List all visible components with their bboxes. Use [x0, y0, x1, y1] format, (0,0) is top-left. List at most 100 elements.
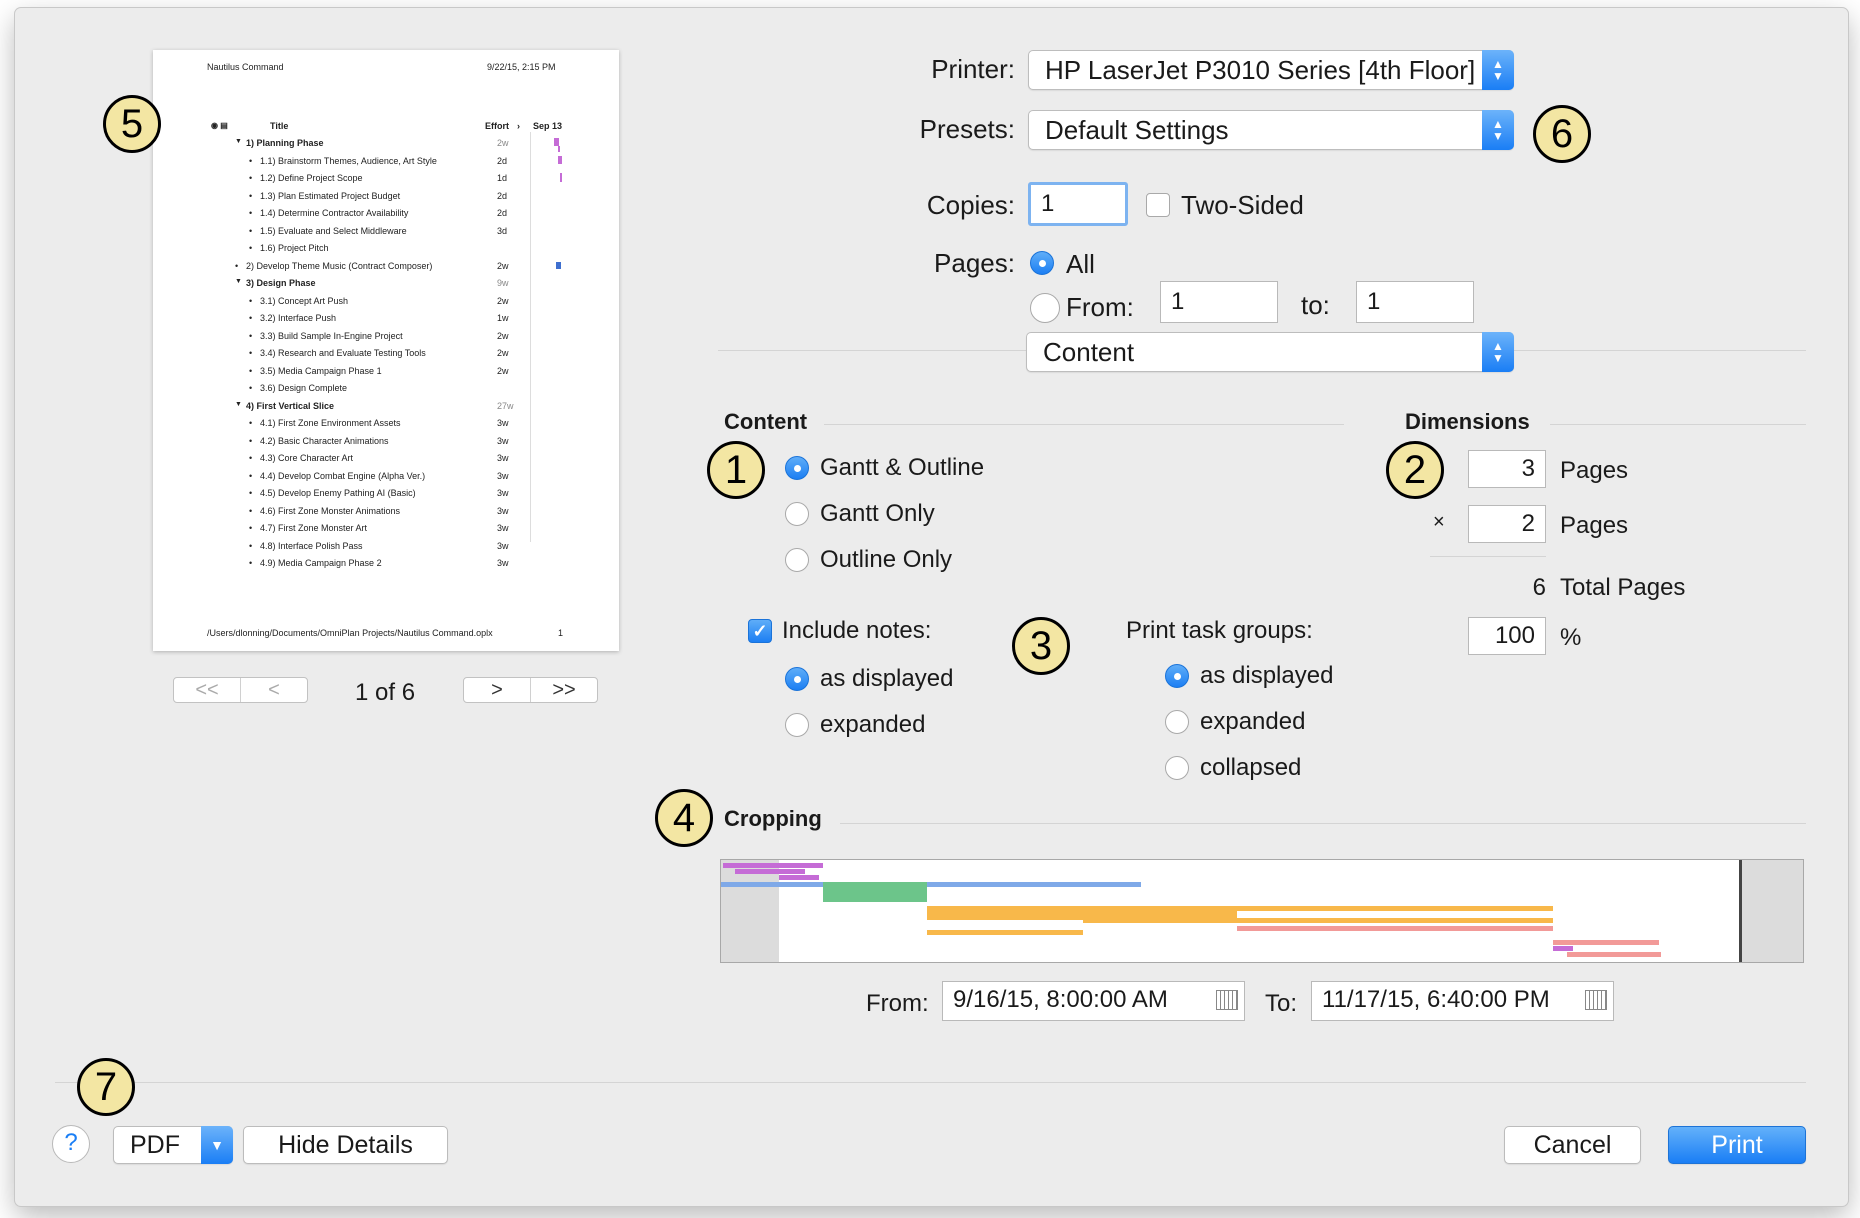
notes-expanded-radio[interactable]	[785, 713, 809, 737]
pages-from-label: From:	[1066, 292, 1134, 322]
gantt-and-outline-radio[interactable]	[785, 456, 809, 480]
two-sided-checkbox[interactable]	[1146, 193, 1170, 217]
preview-row-effort: 1w	[497, 313, 509, 323]
gantt-bar	[927, 930, 1083, 935]
include-notes-label: Include notes:	[782, 617, 932, 644]
preview-row-effort: 2d	[497, 155, 508, 166]
copies-label: Copies:	[926, 190, 1015, 220]
bullet-icon: •	[249, 383, 253, 393]
groups-as-displayed-radio[interactable]	[1165, 664, 1189, 688]
outline-only-radio[interactable]	[785, 548, 809, 572]
print-button[interactable]: Print	[1668, 1126, 1806, 1164]
preview-row-effort: 3w	[497, 488, 509, 498]
bullet-icon: •	[249, 488, 253, 498]
gantt-bar	[723, 863, 823, 868]
bullet-icon: •	[249, 243, 253, 253]
bullet-icon: •	[249, 313, 253, 323]
bullet-icon: •	[249, 505, 253, 516]
preview-row-effort: 9w	[497, 278, 509, 288]
pages-to-field[interactable]: 1	[1356, 281, 1474, 323]
disclosure-triangle-icon[interactable]: ▼	[235, 401, 242, 408]
crop-from-field[interactable]: 9/16/15, 8:00:00 AM	[942, 981, 1245, 1021]
bullet-icon: •	[249, 453, 253, 463]
first-page-button[interactable]: <<	[174, 678, 240, 702]
crop-to-value: 11/17/15, 6:40:00 PM	[1322, 986, 1550, 1013]
bullet-icon: •	[249, 558, 253, 568]
disclosure-triangle-icon[interactable]: ▼	[235, 278, 242, 285]
gantt-bar	[1553, 946, 1573, 951]
print-task-groups-label: Print task groups:	[1126, 617, 1313, 644]
printer-select[interactable]: HP LaserJet P3010 Series [4th Floor] ▲ ▼	[1028, 50, 1514, 90]
gantt-bar	[1553, 940, 1659, 945]
dimensions-total-rule	[1430, 556, 1546, 557]
cancel-button[interactable]: Cancel	[1504, 1126, 1641, 1164]
callout-3: 3	[1012, 617, 1070, 675]
bullet-icon: •	[249, 190, 253, 201]
gantt-only-radio[interactable]	[785, 502, 809, 526]
groups-collapsed-radio[interactable]	[1165, 756, 1189, 780]
content-header-rule	[824, 424, 1344, 425]
preview-nav-forward-group: > >>	[463, 677, 598, 703]
pages-wide-field[interactable]: 3	[1468, 450, 1546, 488]
preview-row-title: 4.4) Develop Combat Engine (Alpha Ver.)	[260, 470, 426, 481]
notes-as-displayed-radio[interactable]	[785, 667, 809, 691]
pages-all-label: All	[1066, 249, 1095, 279]
pages-all-radio[interactable]	[1030, 251, 1054, 275]
bullet-icon: •	[249, 365, 253, 376]
chevron-down-icon: ▼	[201, 1126, 233, 1164]
outline-only-label: Outline Only	[820, 546, 953, 573]
pages-wide-unit: Pages	[1560, 457, 1629, 484]
cropping-timeline[interactable]	[720, 859, 1804, 963]
preview-row-title: 1.6) Project Pitch	[260, 243, 329, 253]
callout-4: 4	[655, 789, 713, 847]
help-button[interactable]: ?	[52, 1125, 90, 1163]
calendar-icon[interactable]	[1216, 990, 1238, 1010]
pdf-menu-button[interactable]: PDF ▼	[113, 1126, 233, 1164]
gantt-bar	[1237, 906, 1553, 911]
preview-row-effort: 3d	[497, 225, 508, 236]
bullet-icon: •	[249, 540, 253, 551]
preview-row-title: 4.9) Media Campaign Phase 2	[260, 558, 382, 568]
cropping-header: Cropping	[724, 806, 822, 831]
preview-row-title: 4.5) Develop Enemy Pathing AI (Basic)	[260, 488, 416, 498]
gantt-bar	[735, 869, 805, 874]
preview-footer-path: /Users/dlonning/Documents/OmniPlan Proje…	[207, 628, 493, 638]
gantt-bar	[779, 875, 819, 880]
preview-col-title: Title	[270, 121, 289, 131]
pages-range-radio[interactable]	[1030, 293, 1060, 323]
panel-select[interactable]: Content ▲ ▼	[1026, 332, 1514, 372]
printer-value: HP LaserJet P3010 Series [4th Floor]	[1045, 55, 1476, 85]
pages-tall-field[interactable]: 2	[1468, 505, 1546, 543]
groups-expanded-radio[interactable]	[1165, 710, 1189, 734]
scale-field[interactable]: 100	[1468, 617, 1546, 655]
preview-row-title: 3.3) Build Sample In-Engine Project	[260, 330, 403, 341]
preview-row-effort: 2w	[497, 365, 509, 376]
preview-row-title: 1.5) Evaluate and Select Middleware	[260, 225, 407, 236]
presets-select[interactable]: Default Settings ▲ ▼	[1028, 110, 1514, 150]
groups-collapsed-label: collapsed	[1200, 754, 1302, 781]
preview-row-title: 1.3) Plan Estimated Project Budget	[260, 190, 401, 201]
crop-to-field[interactable]: 11/17/15, 6:40:00 PM	[1311, 981, 1614, 1021]
print-preview-page: Nautilus Command 9/22/15, 2:15 PM ◉ ▤ Ti…	[153, 50, 619, 651]
presets-label: Presets:	[919, 114, 1015, 144]
pages-from-field[interactable]: 1	[1160, 281, 1278, 323]
calendar-icon[interactable]	[1585, 990, 1607, 1010]
total-pages-count: 6	[1532, 574, 1546, 601]
include-notes-checkbox[interactable]: ✓	[748, 619, 772, 643]
last-page-button[interactable]: >>	[530, 678, 597, 702]
preview-row-effort: 2d	[497, 190, 508, 201]
copies-field[interactable]: 1	[1028, 182, 1128, 226]
hide-details-button[interactable]: Hide Details	[243, 1126, 448, 1164]
previous-page-button[interactable]: <	[240, 678, 307, 702]
dimensions-header-rule	[1550, 424, 1806, 425]
crop-handle-right[interactable]	[1739, 860, 1742, 962]
next-page-button[interactable]: >	[464, 678, 530, 702]
preview-row-effort: 3w	[497, 453, 509, 463]
chevron-updown-icon: ▲ ▼	[1482, 50, 1514, 90]
disclosure-triangle-icon[interactable]: ▼	[235, 138, 242, 145]
preview-gantt-mark	[554, 138, 559, 146]
bullet-icon: •	[249, 470, 253, 481]
bullet-icon: •	[249, 295, 253, 306]
bullet-icon: •	[249, 435, 253, 446]
bullet-icon: •	[249, 208, 253, 218]
